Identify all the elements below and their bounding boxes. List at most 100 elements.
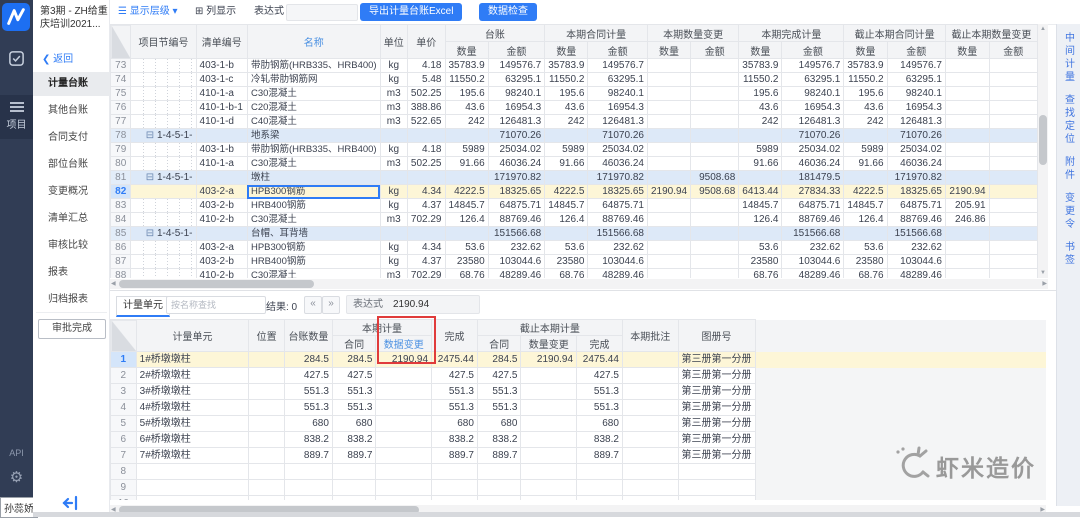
value-cell[interactable]: 43.6 (844, 101, 887, 115)
project-node-code[interactable] (131, 115, 196, 129)
sidebar-item-1[interactable]: 其他台账 (33, 99, 110, 123)
value-cell[interactable]: 48289.46 (588, 269, 648, 279)
col-header-4[interactable]: 单价 (407, 25, 445, 59)
value-cell[interactable]: 551.3 (332, 400, 376, 416)
unit-name-cell[interactable] (136, 480, 249, 496)
unit-cell[interactable]: kg (380, 73, 407, 87)
price-cell[interactable]: 702.29 (407, 213, 445, 227)
value-cell[interactable] (284, 464, 332, 480)
value-cell[interactable]: 91.66 (739, 157, 782, 171)
value-cell[interactable]: 23580 (739, 255, 782, 269)
value-cell[interactable]: 46036.24 (782, 157, 844, 171)
value-cell[interactable]: 11550.2 (844, 73, 887, 87)
value-cell[interactable]: 35783.9 (545, 59, 588, 73)
api-label[interactable]: API (0, 448, 33, 458)
name-cell[interactable]: C40混凝土 (247, 115, 380, 129)
value-cell[interactable]: 48289.46 (782, 269, 844, 279)
value-cell[interactable]: 2190.94 (521, 352, 577, 368)
unit-name-cell[interactable]: 4#桥墩墩柱 (136, 400, 249, 416)
value-cell[interactable] (945, 227, 989, 241)
price-cell[interactable]: 4.34 (407, 241, 445, 255)
value-cell[interactable]: 16954.3 (782, 101, 844, 115)
value-cell[interactable]: 232.62 (887, 241, 945, 255)
value-cell[interactable] (691, 269, 739, 279)
unit-cell[interactable]: kg (380, 185, 407, 199)
value-cell[interactable]: 25034.02 (887, 143, 945, 157)
col-header-3[interactable]: 单位 (380, 25, 407, 59)
unit-sub-header-todate-2[interactable]: 完成 (577, 336, 623, 352)
value-cell[interactable] (521, 368, 577, 384)
project-node-code[interactable] (131, 143, 196, 157)
row-number[interactable]: 74 (111, 73, 131, 87)
list-number-cell[interactable]: 403-2-a (196, 185, 247, 199)
export-excel-button[interactable]: 导出计量台账Excel (360, 3, 462, 21)
list-number-cell[interactable]: 403-1-c (196, 73, 247, 87)
value-cell[interactable] (521, 448, 577, 464)
value-cell[interactable]: 25034.02 (588, 143, 648, 157)
value-cell[interactable] (647, 227, 690, 241)
name-cell[interactable]: C30混凝土 (247, 157, 380, 171)
unit-sub-header-cur-0[interactable]: 合同 (332, 336, 376, 352)
sidebar-item-6[interactable]: 审核比较 (33, 234, 110, 258)
unit-name-cell[interactable] (136, 496, 249, 501)
unit-cell[interactable] (380, 129, 407, 143)
price-cell[interactable]: 4.18 (407, 59, 445, 73)
value-cell[interactable] (739, 171, 782, 185)
row-number[interactable]: 4 (111, 400, 137, 416)
note-cell[interactable] (622, 432, 678, 448)
unit-cell[interactable]: m3 (380, 115, 407, 129)
price-cell[interactable] (407, 227, 445, 241)
value-cell[interactable]: 284.5 (284, 352, 332, 368)
row-number[interactable]: 9 (111, 480, 137, 496)
row-number[interactable]: 85 (111, 227, 131, 241)
project-node-code[interactable] (131, 185, 196, 199)
atlas-cell[interactable]: 第三册第一分册 (678, 416, 755, 432)
value-cell[interactable] (691, 115, 739, 129)
value-cell[interactable]: 23580 (545, 255, 588, 269)
value-cell[interactable]: 48289.46 (488, 269, 545, 279)
back-link[interactable]: ❮ 返回 (42, 50, 73, 65)
row-number[interactable]: 7 (111, 448, 137, 464)
name-cell[interactable]: HPB300钢筋 (247, 185, 380, 199)
expression-box[interactable]: 表达式2190.94 (346, 295, 480, 314)
value-cell[interactable] (989, 115, 1037, 129)
value-cell[interactable]: 46036.24 (588, 157, 648, 171)
value-cell[interactable] (691, 129, 739, 143)
position-cell[interactable] (249, 432, 285, 448)
unit-sub-header-todate-0[interactable]: 合同 (477, 336, 521, 352)
value-cell[interactable] (989, 227, 1037, 241)
value-cell[interactable] (376, 480, 432, 496)
prev-result-button[interactable]: « (304, 296, 322, 314)
row-number[interactable]: 87 (111, 255, 131, 269)
row-number[interactable]: 82 (111, 185, 131, 199)
vertical-scrollbar[interactable]: ▲ ▼ (1038, 24, 1048, 278)
atlas-cell[interactable] (678, 496, 755, 501)
value-cell[interactable]: 427.5 (332, 368, 376, 384)
value-cell[interactable]: 46036.24 (887, 157, 945, 171)
unit-name-cell[interactable]: 1#桥墩墩柱 (136, 352, 249, 368)
value-cell[interactable]: 68.76 (445, 269, 488, 279)
position-cell[interactable] (249, 416, 285, 432)
list-number-cell[interactable] (196, 129, 247, 143)
value-cell[interactable]: 551.3 (477, 400, 521, 416)
unit-name-cell[interactable]: 2#桥墩墩柱 (136, 368, 249, 384)
rail-item-project[interactable]: 项目 (0, 95, 33, 139)
value-cell[interactable]: 242 (844, 115, 887, 129)
value-cell[interactable]: 11550.2 (445, 73, 488, 87)
collapse-icon[interactable]: ⊟ (146, 172, 157, 183)
value-cell[interactable] (739, 129, 782, 143)
value-cell[interactable]: 680 (332, 416, 376, 432)
name-cell[interactable]: 带肋钢筋(HRB335、HRB400) (247, 143, 380, 157)
value-cell[interactable] (691, 143, 739, 157)
unit-cell[interactable]: kg (380, 241, 407, 255)
value-cell[interactable]: 126481.3 (887, 115, 945, 129)
value-cell[interactable]: 232.62 (488, 241, 545, 255)
side-tool-2[interactable]: 附件 (1062, 156, 1076, 182)
group-header-5[interactable]: 截止本期数量变更 (945, 25, 1037, 42)
value-cell[interactable]: 11550.2 (545, 73, 588, 87)
value-cell[interactable]: 5989 (739, 143, 782, 157)
project-node-code[interactable] (131, 199, 196, 213)
value-cell[interactable]: 103044.6 (488, 255, 545, 269)
position-cell[interactable] (249, 352, 285, 368)
unit-name-cell[interactable]: 5#桥墩墩柱 (136, 416, 249, 432)
